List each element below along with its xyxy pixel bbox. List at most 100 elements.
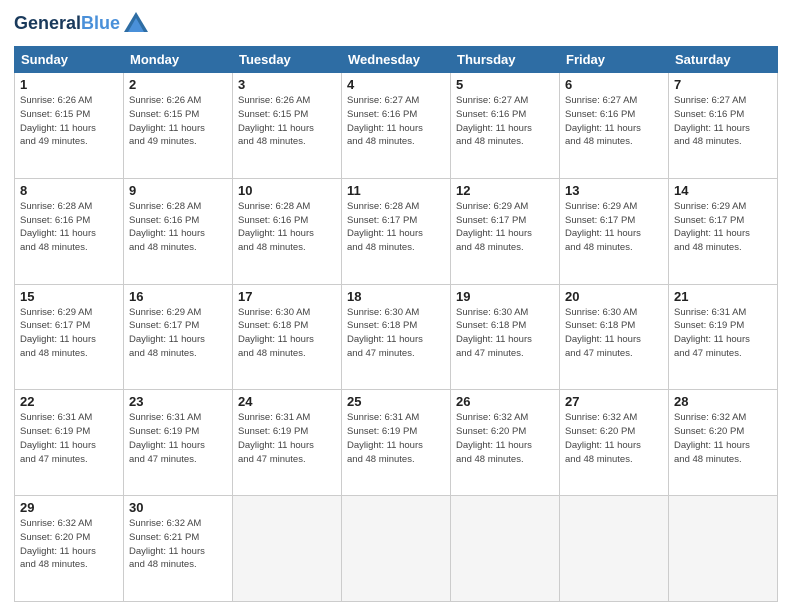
calendar-cell: 7 Sunrise: 6:27 AM Sunset: 6:16 PM Daylig… — [669, 73, 778, 179]
day-number: 8 — [20, 183, 118, 198]
calendar-week-row: 22 Sunrise: 6:31 AM Sunset: 6:19 PM Dayli… — [15, 390, 778, 496]
day-number: 25 — [347, 394, 445, 409]
day-info: Sunrise: 6:28 AM Sunset: 6:16 PM Dayligh… — [20, 200, 118, 255]
day-info: Sunrise: 6:31 AM Sunset: 6:19 PM Dayligh… — [238, 411, 336, 466]
page-container: GeneralBlue SundayMondayTuesdayWednesday… — [0, 0, 792, 612]
day-info: Sunrise: 6:32 AM Sunset: 6:20 PM Dayligh… — [20, 517, 118, 572]
day-info: Sunrise: 6:30 AM Sunset: 6:18 PM Dayligh… — [456, 306, 554, 361]
day-info: Sunrise: 6:26 AM Sunset: 6:15 PM Dayligh… — [238, 94, 336, 149]
calendar-cell: 29 Sunrise: 6:32 AM Sunset: 6:20 PM Dayli… — [15, 496, 124, 602]
calendar-cell: 2 Sunrise: 6:26 AM Sunset: 6:15 PM Daylig… — [124, 73, 233, 179]
day-info: Sunrise: 6:31 AM Sunset: 6:19 PM Dayligh… — [347, 411, 445, 466]
calendar-cell: 23 Sunrise: 6:31 AM Sunset: 6:19 PM Dayli… — [124, 390, 233, 496]
day-info: Sunrise: 6:28 AM Sunset: 6:16 PM Dayligh… — [129, 200, 227, 255]
day-number: 18 — [347, 289, 445, 304]
day-info: Sunrise: 6:32 AM Sunset: 6:21 PM Dayligh… — [129, 517, 227, 572]
calendar-cell: 28 Sunrise: 6:32 AM Sunset: 6:20 PM Dayli… — [669, 390, 778, 496]
calendar-cell: 16Sunrise: 6:29 AM Sunset: 6:17 PM Dayli… — [124, 284, 233, 390]
calendar-cell: 6 Sunrise: 6:27 AM Sunset: 6:16 PM Daylig… — [560, 73, 669, 179]
day-info: Sunrise: 6:27 AM Sunset: 6:16 PM Dayligh… — [456, 94, 554, 149]
calendar-cell: 25 Sunrise: 6:31 AM Sunset: 6:19 PM Dayli… — [342, 390, 451, 496]
day-number: 2 — [129, 77, 227, 92]
logo-icon — [122, 10, 150, 38]
day-number: 12 — [456, 183, 554, 198]
calendar-header-row: SundayMondayTuesdayWednesdayThursdayFrid… — [15, 47, 778, 73]
day-info: Sunrise: 6:30 AM Sunset: 6:18 PM Dayligh… — [565, 306, 663, 361]
calendar-week-row: 1 Sunrise: 6:26 AM Sunset: 6:15 PM Daylig… — [15, 73, 778, 179]
day-number: 20 — [565, 289, 663, 304]
calendar-cell: 18 Sunrise: 6:30 AM Sunset: 6:18 PM Dayli… — [342, 284, 451, 390]
day-info: Sunrise: 6:32 AM Sunset: 6:20 PM Dayligh… — [565, 411, 663, 466]
day-number: 23 — [129, 394, 227, 409]
day-number: 9 — [129, 183, 227, 198]
calendar-cell: 22Sunrise: 6:31 AM Sunset: 6:19 PM Dayli… — [15, 390, 124, 496]
calendar-cell: 27 Sunrise: 6:32 AM Sunset: 6:20 PM Dayli… — [560, 390, 669, 496]
day-number: 29 — [20, 500, 118, 515]
day-info: Sunrise: 6:31 AM Sunset: 6:19 PM Dayligh… — [129, 411, 227, 466]
day-number: 4 — [347, 77, 445, 92]
calendar-day-header: Friday — [560, 47, 669, 73]
day-number: 27 — [565, 394, 663, 409]
calendar-cell: 4 Sunrise: 6:27 AM Sunset: 6:16 PM Daylig… — [342, 73, 451, 179]
day-number: 24 — [238, 394, 336, 409]
calendar-cell: 24 Sunrise: 6:31 AM Sunset: 6:19 PM Dayli… — [233, 390, 342, 496]
calendar-day-header: Thursday — [451, 47, 560, 73]
day-number: 10 — [238, 183, 336, 198]
day-info: Sunrise: 6:30 AM Sunset: 6:18 PM Dayligh… — [347, 306, 445, 361]
calendar-day-header: Monday — [124, 47, 233, 73]
day-number: 11 — [347, 183, 445, 198]
calendar-table: SundayMondayTuesdayWednesdayThursdayFrid… — [14, 46, 778, 602]
day-info: Sunrise: 6:29 AM Sunset: 6:17 PM Dayligh… — [456, 200, 554, 255]
calendar-cell: 20 Sunrise: 6:30 AM Sunset: 6:18 PM Dayli… — [560, 284, 669, 390]
calendar-week-row: 29 Sunrise: 6:32 AM Sunset: 6:20 PM Dayli… — [15, 496, 778, 602]
day-info: Sunrise: 6:27 AM Sunset: 6:16 PM Dayligh… — [347, 94, 445, 149]
calendar-body: 1 Sunrise: 6:26 AM Sunset: 6:15 PM Daylig… — [15, 73, 778, 602]
day-info: Sunrise: 6:27 AM Sunset: 6:16 PM Dayligh… — [565, 94, 663, 149]
day-info: Sunrise: 6:29 AM Sunset: 6:17 PM Dayligh… — [674, 200, 772, 255]
calendar-cell: 8 Sunrise: 6:28 AM Sunset: 6:16 PM Daylig… — [15, 178, 124, 284]
calendar-cell — [233, 496, 342, 602]
logo: GeneralBlue — [14, 10, 150, 38]
day-info: Sunrise: 6:26 AM Sunset: 6:15 PM Dayligh… — [129, 94, 227, 149]
day-number: 19 — [456, 289, 554, 304]
day-info: Sunrise: 6:26 AM Sunset: 6:15 PM Dayligh… — [20, 94, 118, 149]
calendar-cell: 9 Sunrise: 6:28 AM Sunset: 6:16 PM Daylig… — [124, 178, 233, 284]
calendar-cell: 3 Sunrise: 6:26 AM Sunset: 6:15 PM Daylig… — [233, 73, 342, 179]
calendar-day-header: Tuesday — [233, 47, 342, 73]
day-number: 3 — [238, 77, 336, 92]
calendar-day-header: Saturday — [669, 47, 778, 73]
day-number: 22 — [20, 394, 118, 409]
calendar-week-row: 8 Sunrise: 6:28 AM Sunset: 6:16 PM Daylig… — [15, 178, 778, 284]
calendar-cell: 10Sunrise: 6:28 AM Sunset: 6:16 PM Dayli… — [233, 178, 342, 284]
day-info: Sunrise: 6:27 AM Sunset: 6:16 PM Dayligh… — [674, 94, 772, 149]
calendar-week-row: 15Sunrise: 6:29 AM Sunset: 6:17 PM Dayli… — [15, 284, 778, 390]
header: GeneralBlue — [14, 10, 778, 38]
day-number: 5 — [456, 77, 554, 92]
day-number: 21 — [674, 289, 772, 304]
day-number: 7 — [674, 77, 772, 92]
day-number: 30 — [129, 500, 227, 515]
calendar-cell: 11 Sunrise: 6:28 AM Sunset: 6:17 PM Dayli… — [342, 178, 451, 284]
calendar-cell: 30 Sunrise: 6:32 AM Sunset: 6:21 PM Dayli… — [124, 496, 233, 602]
calendar-cell: 21 Sunrise: 6:31 AM Sunset: 6:19 PM Dayli… — [669, 284, 778, 390]
day-info: Sunrise: 6:30 AM Sunset: 6:18 PM Dayligh… — [238, 306, 336, 361]
day-number: 6 — [565, 77, 663, 92]
day-info: Sunrise: 6:32 AM Sunset: 6:20 PM Dayligh… — [456, 411, 554, 466]
day-number: 15 — [20, 289, 118, 304]
calendar-cell: 5 Sunrise: 6:27 AM Sunset: 6:16 PM Daylig… — [451, 73, 560, 179]
calendar-cell: 15Sunrise: 6:29 AM Sunset: 6:17 PM Dayli… — [15, 284, 124, 390]
day-number: 17 — [238, 289, 336, 304]
calendar-cell: 14Sunrise: 6:29 AM Sunset: 6:17 PM Dayli… — [669, 178, 778, 284]
calendar-cell: 26 Sunrise: 6:32 AM Sunset: 6:20 PM Dayli… — [451, 390, 560, 496]
day-info: Sunrise: 6:28 AM Sunset: 6:17 PM Dayligh… — [347, 200, 445, 255]
calendar-cell — [560, 496, 669, 602]
day-info: Sunrise: 6:31 AM Sunset: 6:19 PM Dayligh… — [674, 306, 772, 361]
calendar-cell — [669, 496, 778, 602]
day-number: 1 — [20, 77, 118, 92]
calendar-cell: 17 Sunrise: 6:30 AM Sunset: 6:18 PM Dayli… — [233, 284, 342, 390]
day-info: Sunrise: 6:32 AM Sunset: 6:20 PM Dayligh… — [674, 411, 772, 466]
calendar-cell — [342, 496, 451, 602]
day-number: 26 — [456, 394, 554, 409]
day-number: 28 — [674, 394, 772, 409]
calendar-cell — [451, 496, 560, 602]
